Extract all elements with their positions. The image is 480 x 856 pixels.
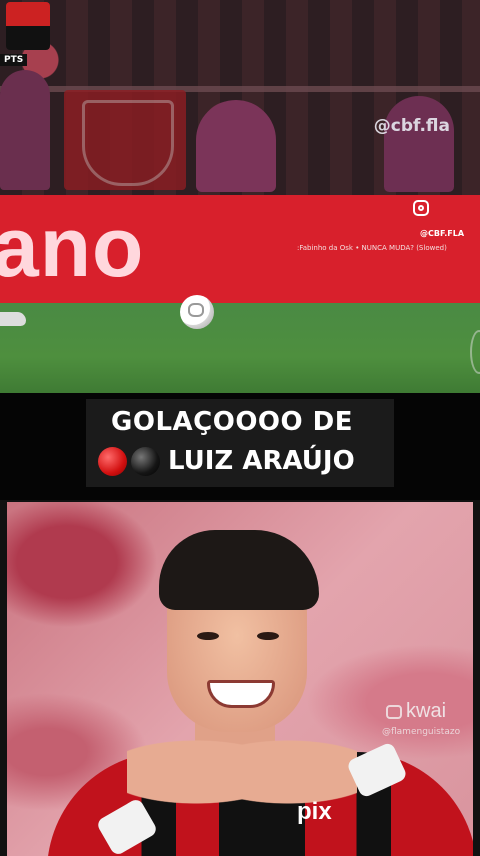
spectator <box>196 100 276 192</box>
player-eye <box>197 632 219 640</box>
black-circle-icon <box>131 446 160 476</box>
instagram-icon <box>413 200 429 216</box>
video-frame[interactable]: PTS @cbf.fla ano @CBF.FLA :Fabinho da Os… <box>0 0 480 393</box>
caption-line-1: GOLAÇOOOO DE <box>111 407 354 437</box>
player-name: LUIZ ARAÚJO <box>168 446 355 476</box>
kwai-icon <box>386 704 402 719</box>
handle-watermark: @cbf.fla <box>373 116 450 136</box>
music-credit: :Fabinho da Osk • NUNCA MUDA? (Slowed) <box>297 244 447 252</box>
kwai-watermark: kwai <box>386 700 446 723</box>
instagram-handle: @CBF.FLA <box>420 229 465 238</box>
player-eye <box>257 632 279 640</box>
club-crest-flag <box>64 90 186 190</box>
spectator <box>384 96 454 192</box>
advertising-text: ano <box>0 200 145 294</box>
kwai-user-handle: @flamenguistazo <box>382 727 461 737</box>
spectator <box>0 70 50 190</box>
player-boot <box>0 312 26 326</box>
player-photo: pix <box>7 502 473 856</box>
kwai-label: kwai <box>406 700 447 722</box>
score-badge-player-thumbnail <box>6 2 50 50</box>
football-ball <box>180 295 214 329</box>
score-badge-pts: PTS <box>0 54 28 66</box>
player-hair <box>159 530 319 610</box>
sponsor-logo-text: pix <box>297 798 332 825</box>
caption-line-2: LUIZ ARAÚJO <box>98 444 355 478</box>
red-circle-icon <box>98 446 127 476</box>
football-pitch <box>0 303 480 393</box>
